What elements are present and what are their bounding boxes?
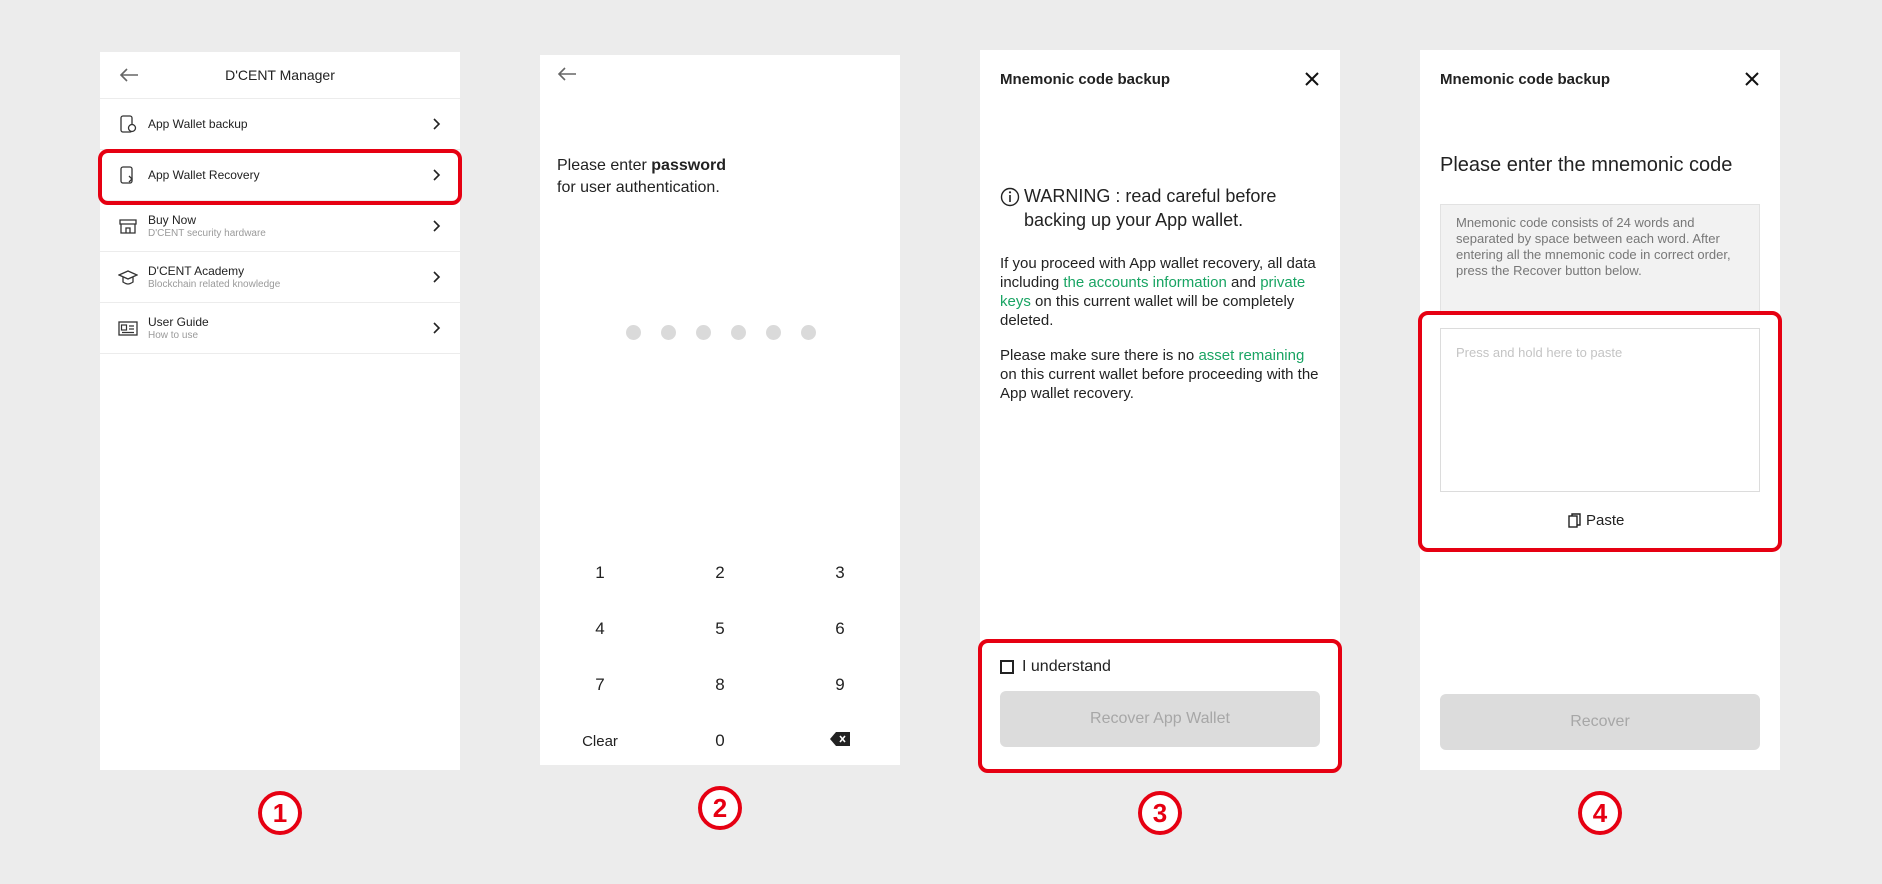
key-2[interactable]: 2 [660,563,780,583]
pin-dot [766,325,781,340]
menu-item-wallet-backup[interactable]: App Wallet backup [100,99,460,150]
phone-backup-icon [120,115,137,133]
modal-title: Mnemonic code backup [1440,70,1611,88]
menu-item-sublabel: Blockchain related knowledge [148,279,281,290]
manager-header: D'CENT Manager [100,52,460,99]
paragraph-text: Please make sure there is no [1000,347,1199,364]
store-icon [119,219,137,234]
step-1-badge: 1 [258,791,302,835]
page-title: D'CENT Manager [225,67,335,83]
highlight-confirm-section [978,639,1342,773]
pin-dot [696,325,711,340]
pin-dots [626,325,816,340]
prompt-text: Please enter [557,157,652,174]
pin-dot [661,325,676,340]
menu-item-academy[interactable]: D'CENT Academy Blockchain related knowle… [100,252,460,303]
modal-header: Mnemonic code backup [1000,64,1320,94]
step-3-badge: 3 [1138,791,1182,835]
close-icon[interactable] [1744,71,1760,87]
highlight-text: asset remaining [1198,347,1305,364]
menu-item-sublabel: D'CENT security hardware [148,228,266,239]
guide-book-icon [118,321,138,336]
key-4[interactable]: 4 [540,619,660,639]
chevron-right-icon [433,271,441,283]
paragraph-text: on this current wallet will be completel… [1000,293,1295,329]
password-screen: Please enter password for user authentic… [540,55,900,765]
recover-button[interactable]: Recover [1440,694,1760,750]
prompt-text-line2: for user authentication. [557,179,720,196]
close-icon[interactable] [1304,71,1320,87]
warning-paragraph-1: If you proceed with App wallet recovery,… [1000,254,1322,330]
key-1[interactable]: 1 [540,563,660,583]
step-2-badge: 2 [698,786,742,830]
key-5[interactable]: 5 [660,619,780,639]
chevron-right-icon [433,322,441,334]
paragraph-text: on this current wallet before proceeding… [1000,366,1319,402]
modal-title: Mnemonic code backup [1000,70,1171,88]
key-backspace[interactable] [780,731,900,751]
number-keypad: 1 2 3 4 5 6 7 8 9 Clear 0 [540,545,900,769]
pin-dot [801,325,816,340]
menu-item-buy-now[interactable]: Buy Now D'CENT security hardware [100,201,460,252]
key-0[interactable]: 0 [660,731,780,751]
prompt-bold-text: password [651,157,726,174]
mnemonic-heading: Please enter the mnemonic code [1440,154,1733,176]
key-3[interactable]: 3 [780,563,900,583]
menu-item-user-guide[interactable]: User Guide How to use [100,303,460,354]
chevron-right-icon [433,220,441,232]
key-7[interactable]: 7 [540,675,660,695]
mnemonic-info-box: Mnemonic code consists of 24 words and s… [1440,204,1760,314]
key-9[interactable]: 9 [780,675,900,695]
key-8[interactable]: 8 [660,675,780,695]
warning-paragraph-2: Please make sure there is no asset remai… [1000,346,1322,403]
pin-dot [626,325,641,340]
step-4-badge: 4 [1578,791,1622,835]
menu-item-sublabel: How to use [148,330,199,341]
warning-text: WARNING : read careful before backing up… [1024,186,1277,230]
chevron-right-icon [433,118,441,130]
info-icon [1000,187,1020,207]
paragraph-text: and [1226,274,1261,291]
key-6[interactable]: 6 [780,619,900,639]
menu-item-label: Buy Now [148,213,197,227]
menu-item-label: App Wallet backup [148,117,248,131]
key-clear[interactable]: Clear [540,733,660,750]
highlight-text: the accounts information [1063,274,1227,291]
highlight-wallet-recovery [98,149,462,205]
password-prompt: Please enter password for user authentic… [557,155,726,199]
back-arrow-icon[interactable] [556,63,578,85]
pin-dot [731,325,746,340]
menu-item-label: D'CENT Academy [148,264,245,278]
highlight-mnemonic-input [1418,311,1782,552]
warning-row: WARNING : read careful before backing up… [1000,184,1320,232]
backspace-icon [830,732,850,746]
menu-item-label: User Guide [148,315,209,329]
graduation-cap-icon [118,270,138,285]
modal-header: Mnemonic code backup [1440,64,1760,94]
back-arrow-icon[interactable] [118,64,140,86]
